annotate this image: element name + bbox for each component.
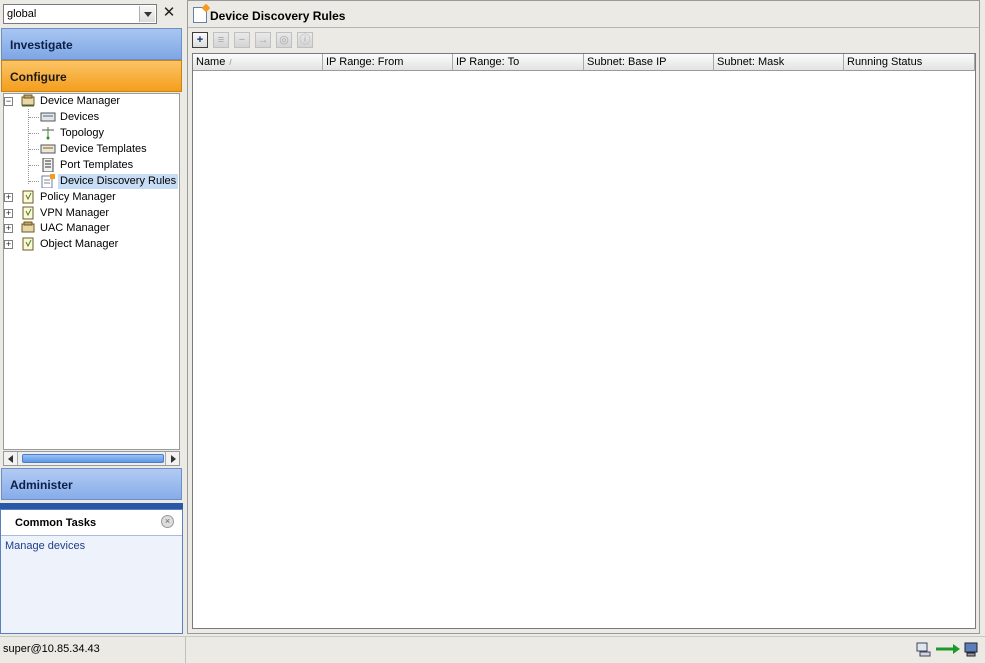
tree-item-device-manager[interactable]: − Device Manager <box>4 94 179 109</box>
main-panel: Device Discovery Rules + ≡ − → ◎ ⓘ Name /… <box>187 0 980 634</box>
tree-connector <box>29 165 39 166</box>
discovery-rules-icon <box>40 174 56 189</box>
column-header-running-status[interactable]: Running Status <box>844 54 975 71</box>
column-header-label: IP Range: To <box>456 56 520 68</box>
status-bar: super@10.85.34.43 <box>0 636 985 663</box>
tree-item-label: Device Discovery Rules <box>58 174 179 189</box>
tree-item-label: Object Manager <box>40 238 119 250</box>
tree-connector <box>29 181 39 182</box>
device-template-icon <box>40 142 56 156</box>
tree-item-label: VPN Manager <box>40 207 110 219</box>
column-header-label: Subnet: Base IP <box>587 56 667 68</box>
expand-icon[interactable]: + <box>4 193 13 202</box>
tree-item-devices[interactable]: Devices <box>4 110 179 125</box>
connection-arrow-icon <box>935 641 961 657</box>
run-rule-button[interactable]: → <box>255 32 271 48</box>
column-header-label: Name <box>196 56 226 68</box>
scroll-right-icon[interactable] <box>165 452 179 465</box>
delete-rule-button[interactable]: − <box>234 32 250 48</box>
tree-item-vpn-manager[interactable]: + VPN Manager <box>4 206 179 221</box>
chevron-down-icon[interactable] <box>139 6 155 22</box>
tree-connector <box>29 149 39 150</box>
server-icon <box>963 641 979 657</box>
object-manager-icon <box>20 237 36 251</box>
column-header-name[interactable]: Name / <box>193 54 323 71</box>
uac-manager-icon <box>20 221 36 235</box>
tree-item-topology[interactable]: Topology <box>4 126 179 141</box>
column-header-ip-range-from[interactable]: IP Range: From <box>323 54 453 71</box>
tree-item-label: Policy Manager <box>40 191 116 203</box>
tree-item-label: Device Manager <box>40 95 121 107</box>
tree-horizontal-scrollbar[interactable] <box>3 451 180 466</box>
tree-item-label: Devices <box>60 111 100 123</box>
sort-icon: / <box>229 58 232 67</box>
add-rule-button[interactable]: + <box>192 32 208 48</box>
close-icon[interactable]: ✕ <box>161 4 177 22</box>
page-title: Device Discovery Rules <box>210 9 346 23</box>
navigation-panel: global ✕ Investigate Configure − Device … <box>0 0 185 634</box>
tree-item-label: UAC Manager <box>40 222 110 234</box>
accordion-configure[interactable]: Configure <box>1 60 182 92</box>
tree-item-label: Device Templates <box>60 143 147 155</box>
column-header-subnet-mask[interactable]: Subnet: Mask <box>714 54 844 71</box>
network-status-icon <box>915 641 933 657</box>
scroll-left-icon[interactable] <box>4 452 18 465</box>
expand-icon[interactable]: + <box>4 209 13 218</box>
accordion-investigate[interactable]: Investigate <box>1 28 182 60</box>
device-manager-icon <box>20 94 36 108</box>
discovery-rules-table: Name / IP Range: From IP Range: To Subnet… <box>192 53 976 629</box>
port-template-icon <box>40 157 56 173</box>
title-divider <box>188 27 979 28</box>
tree-item-port-templates[interactable]: Port Templates <box>4 157 179 173</box>
scope-select[interactable]: global <box>3 4 157 24</box>
policy-manager-icon <box>20 190 36 204</box>
tree-item-device-templates[interactable]: Device Templates <box>4 142 179 157</box>
common-tasks-header: Common Tasks × <box>1 510 182 536</box>
tree-connector <box>29 133 39 134</box>
configure-tree: − Device Manager Devices Topology Device… <box>3 93 180 450</box>
tree-item-policy-manager[interactable]: + Policy Manager <box>4 190 179 205</box>
tree-item-label: Port Templates <box>60 159 134 171</box>
tree-connector <box>29 117 39 118</box>
column-header-label: Subnet: Mask <box>717 56 785 68</box>
scrollbar-thumb[interactable] <box>22 454 164 463</box>
task-link-manage-devices[interactable]: Manage devices <box>5 540 85 552</box>
common-tasks-panel: Common Tasks × Manage devices <box>0 509 183 634</box>
edit-rule-button[interactable]: ≡ <box>213 32 229 48</box>
status-divider <box>185 637 186 663</box>
table-header: Name / IP Range: From IP Range: To Subnet… <box>193 54 975 71</box>
close-icon[interactable]: × <box>161 515 174 528</box>
vpn-manager-icon <box>20 206 36 220</box>
expand-icon[interactable]: + <box>4 224 13 233</box>
tree-item-device-discovery-rules[interactable]: Device Discovery Rules <box>4 174 179 189</box>
scope-select-value: global <box>7 8 37 20</box>
stop-rule-button[interactable]: ◎ <box>276 32 292 48</box>
column-header-label: IP Range: From <box>326 56 404 68</box>
devices-icon <box>40 110 56 124</box>
tree-item-label: Topology <box>60 127 105 139</box>
column-header-ip-range-to[interactable]: IP Range: To <box>453 54 584 71</box>
topology-icon <box>40 126 56 140</box>
column-header-subnet-base-ip[interactable]: Subnet: Base IP <box>584 54 714 71</box>
accordion-administer[interactable]: Administer <box>1 468 182 500</box>
collapse-icon[interactable]: − <box>4 97 13 106</box>
tree-item-uac-manager[interactable]: + UAC Manager <box>4 221 179 236</box>
common-tasks-title: Common Tasks <box>15 517 97 529</box>
status-user: super@10.85.34.43 <box>3 643 100 655</box>
column-header-label: Running Status <box>847 56 923 68</box>
info-button[interactable]: ⓘ <box>297 32 313 48</box>
expand-icon[interactable]: + <box>4 240 13 249</box>
tree-item-object-manager[interactable]: + Object Manager <box>4 237 179 252</box>
discovery-rules-icon <box>193 7 207 23</box>
